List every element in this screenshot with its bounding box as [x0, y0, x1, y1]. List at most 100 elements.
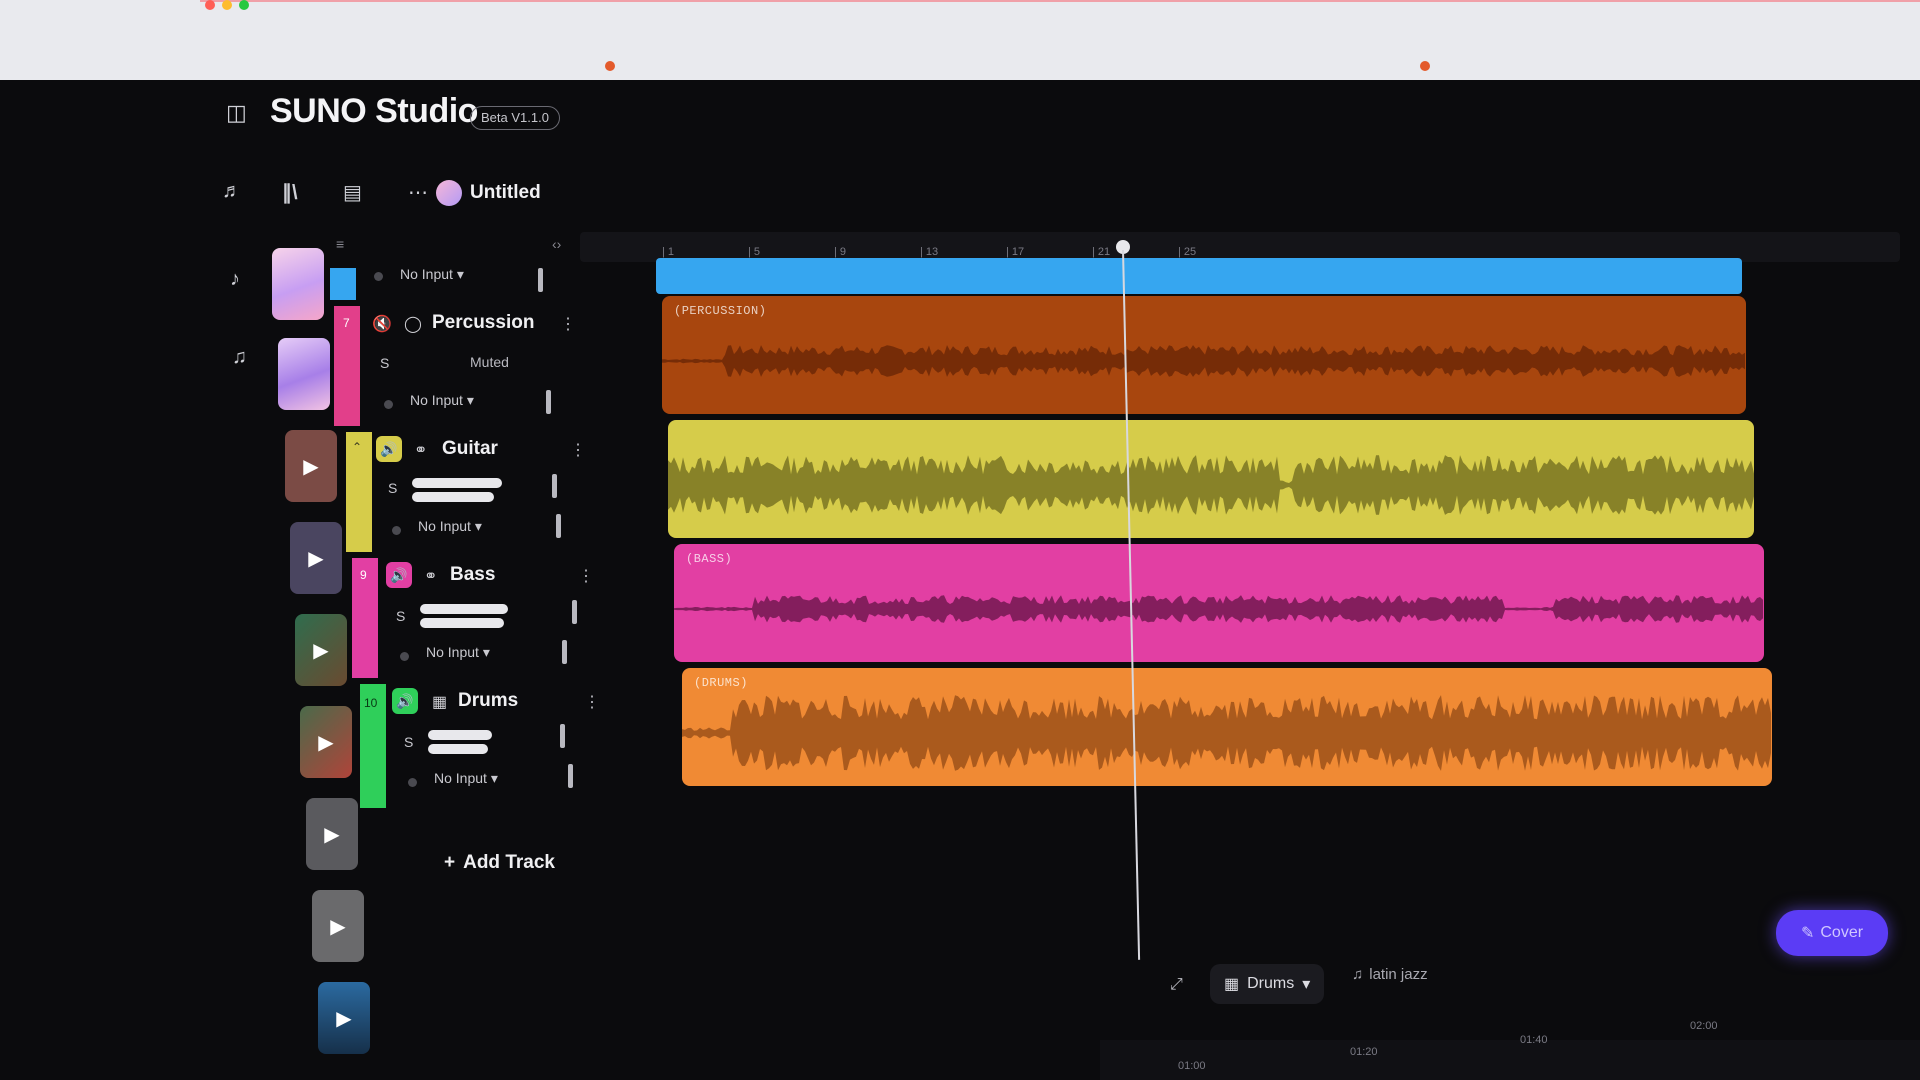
loop-region-bar[interactable]	[656, 258, 1742, 294]
pan-knob[interactable]	[552, 474, 557, 498]
input-monitor-dot[interactable]	[408, 778, 417, 787]
play-song-button[interactable]: ▶	[290, 522, 342, 594]
sidebar-toggle-icon[interactable]: ◫	[226, 100, 247, 126]
pan-knob[interactable]	[560, 724, 565, 748]
volume-fader[interactable]	[428, 744, 488, 754]
volume-fader[interactable]	[420, 604, 508, 614]
percussion-region[interactable]: (PERCUSSION)	[662, 296, 1746, 414]
play-icon: ▶	[308, 547, 324, 570]
project-name[interactable]: Untitled	[470, 182, 541, 204]
solo-button[interactable]: S	[380, 355, 389, 371]
bass-region[interactable]: (BASS)	[674, 544, 1764, 662]
track-number: 7	[343, 316, 350, 330]
play-icon: ▶	[324, 823, 340, 846]
window-zoom-dot[interactable]	[239, 0, 249, 10]
volume-fader[interactable]	[420, 618, 504, 628]
plus-icon: +	[444, 852, 456, 873]
track-list-icon[interactable]: ≡	[336, 236, 344, 252]
browser-tab[interactable]	[605, 54, 615, 78]
track-name[interactable]: Guitar	[442, 438, 498, 460]
drums-region[interactable]: (DRUMS)	[682, 668, 1772, 786]
song-thumbnail[interactable]	[278, 338, 330, 410]
track-menu-icon[interactable]: ⋮	[560, 314, 576, 334]
mute-speaker-icon[interactable]: 🔊	[386, 562, 412, 588]
mute-speaker-icon[interactable]: 🔊	[392, 688, 418, 714]
percussion-icon: ◯	[404, 316, 422, 333]
input-monitor-dot[interactable]	[384, 400, 393, 409]
song-thumbnail[interactable]	[272, 248, 324, 320]
overview-timeline[interactable]	[1100, 1040, 1920, 1080]
volume-fader[interactable]	[412, 478, 502, 488]
music-note-icon: ♫	[1352, 966, 1364, 983]
window-close-dot[interactable]	[205, 0, 215, 10]
play-song-button[interactable]: ▶	[318, 982, 370, 1054]
input-monitor-dot[interactable]	[374, 272, 383, 281]
ruler-bar-number: | 21	[1092, 246, 1111, 258]
time-mark: 02:00	[1690, 1020, 1718, 1032]
cover-button[interactable]: ✎ Cover	[1776, 910, 1888, 956]
track-input-select[interactable]: No Input ▾	[410, 392, 474, 409]
expand-icon[interactable]: ⤢	[1170, 976, 1183, 994]
solo-button[interactable]: S	[396, 608, 405, 624]
play-song-button[interactable]: ▶	[285, 430, 337, 502]
track-name[interactable]: Drums	[458, 690, 518, 712]
track-menu-icon[interactable]: ⋮	[570, 440, 586, 460]
drums-waveform	[682, 695, 1771, 771]
list-view-icon[interactable]: ▤	[343, 180, 362, 205]
input-monitor-dot[interactable]	[400, 652, 409, 661]
play-song-button[interactable]: ▶	[300, 706, 352, 778]
guitar-waveform	[668, 455, 1754, 515]
project-avatar	[436, 180, 462, 206]
track-name[interactable]: Bass	[450, 564, 495, 586]
bass-icon: ⚭	[424, 568, 438, 585]
browser-tab-bar-accent	[200, 0, 1920, 2]
pan-knob[interactable]	[556, 514, 561, 538]
solo-button[interactable]: S	[404, 734, 413, 750]
ruler-bar-number: | 25	[1178, 246, 1197, 258]
create-music-icon[interactable]: ♬	[222, 180, 242, 203]
music-note-icon[interactable]: ♪	[230, 268, 240, 291]
style-tag[interactable]: ♫ latin jazz	[1352, 966, 1428, 983]
music-notes-icon[interactable]: ♫	[232, 346, 247, 369]
drums-icon: ▦	[1224, 976, 1240, 993]
play-song-button[interactable]: ▶	[306, 798, 358, 870]
expand-chevron-icon[interactable]: ⌃	[352, 440, 362, 454]
pan-knob[interactable]	[546, 390, 551, 414]
pan-knob[interactable]	[572, 600, 577, 624]
play-song-button[interactable]: ▶	[295, 614, 347, 686]
volume-fader[interactable]	[412, 492, 494, 502]
pan-knob[interactable]	[538, 268, 543, 292]
track-menu-icon[interactable]: ⋮	[584, 692, 600, 712]
volume-fader[interactable]	[428, 730, 492, 740]
pan-knob[interactable]	[562, 640, 567, 664]
mute-speaker-icon[interactable]: 🔇	[372, 314, 392, 334]
play-icon: ▶	[330, 915, 346, 938]
time-mark: 01:20	[1350, 1046, 1378, 1058]
collapse-panel-icon[interactable]: ‹›	[552, 236, 561, 252]
track-input-select[interactable]: No Input ▾	[434, 770, 498, 787]
track-input-select[interactable]: No Input ▾	[418, 518, 482, 535]
instrument-select[interactable]: ▦ Drums ▾	[1210, 964, 1325, 1004]
track-input-select[interactable]: No Input ▾	[400, 266, 464, 283]
mute-speaker-icon[interactable]: 🔊	[376, 436, 402, 462]
tab-favicon-icon	[605, 61, 615, 71]
ruler-bar-number: | 1	[662, 246, 675, 258]
track-name[interactable]: Percussion	[432, 312, 534, 334]
browser-tab[interactable]	[1420, 54, 1430, 78]
library-icon[interactable]: ∥\	[282, 180, 298, 205]
solo-button[interactable]: S	[388, 480, 397, 496]
ruler-bar-number: | 9	[834, 246, 847, 258]
input-monitor-dot[interactable]	[392, 526, 401, 535]
track-menu-icon[interactable]: ⋮	[578, 566, 594, 586]
pan-knob[interactable]	[568, 764, 573, 788]
guitar-icon: ⚭	[414, 442, 428, 459]
window-minimize-dot[interactable]	[222, 0, 232, 10]
track-input-select[interactable]: No Input ▾	[426, 644, 490, 661]
more-options-icon[interactable]: ⋯	[408, 180, 428, 205]
chevron-down-icon: ▾	[1302, 976, 1311, 993]
add-track-button[interactable]: + Add Track	[444, 852, 555, 874]
play-song-button[interactable]: ▶	[312, 890, 364, 962]
version-badge: Beta V1.1.0	[470, 106, 560, 130]
guitar-region[interactable]	[668, 420, 1754, 538]
percussion-waveform	[662, 345, 1745, 377]
